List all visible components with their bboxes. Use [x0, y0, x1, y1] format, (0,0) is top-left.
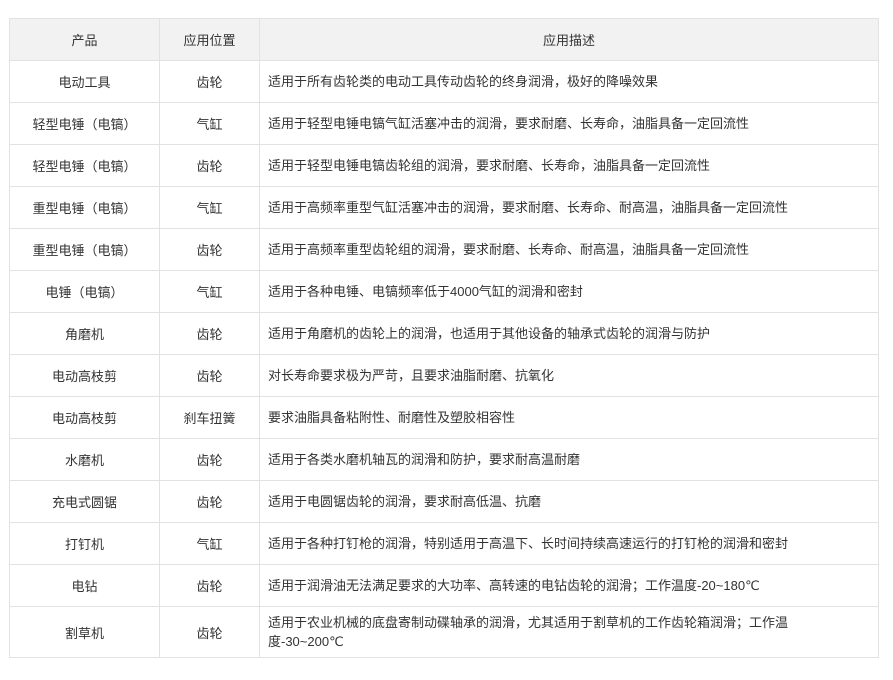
description-cell: 适用于农业机械的底盘寄制动碟轴承的润滑，尤其适用于割草机的工作齿轮箱润滑；工作温… — [259, 606, 879, 658]
description-cell: 适用于各种打钉枪的润滑，特别适用于高温下、长时间持续高速运行的打钉枪的润滑和密封 — [259, 522, 879, 565]
product-cell: 角磨机 — [9, 312, 160, 355]
application-table: 产品 应用位置 应用描述 电动工具 齿轮 适用于所有齿轮类的电动工具传动齿轮的终身润… — [9, 18, 879, 658]
position-cell: 齿轮 — [159, 438, 260, 481]
table-header-row: 产品 应用位置 应用描述 — [9, 18, 879, 61]
position-cell: 齿轮 — [159, 480, 260, 523]
table-row: 充电式圆锯 齿轮 适用于电圆锯齿轮的润滑，要求耐高低温、抗磨 — [9, 480, 879, 523]
table-row: 角磨机 齿轮 适用于角磨机的齿轮上的润滑，也适用于其他设备的轴承式齿轮的润滑与防护 — [9, 312, 879, 355]
product-cell: 水磨机 — [9, 438, 160, 481]
description-cell: 适用于轻型电锤电镐齿轮组的润滑，要求耐磨、长寿命，油脂具备一定回流性 — [259, 144, 879, 187]
table-row: 电动工具 齿轮 适用于所有齿轮类的电动工具传动齿轮的终身润滑，极好的降噪效果 — [9, 60, 879, 103]
product-cell: 轻型电锤（电镐） — [9, 102, 160, 145]
table-body: 电动工具 齿轮 适用于所有齿轮类的电动工具传动齿轮的终身润滑，极好的降噪效果 轻型电锤… — [9, 60, 879, 658]
product-cell: 充电式圆锯 — [9, 480, 160, 523]
description-cell: 适用于润滑油无法满足要求的大功率、高转速的电钻齿轮的润滑；工作温度-20~180… — [259, 564, 879, 607]
description-cell: 适用于高频率重型气缸活塞冲击的润滑，要求耐磨、长寿命、耐高温，油脂具备一定回流性 — [259, 186, 879, 229]
description-cell: 对长寿命要求极为严苛，且要求油脂耐磨、抗氧化 — [259, 354, 879, 397]
table-row: 水磨机 齿轮 适用于各类水磨机轴瓦的润滑和防护，要求耐高温耐磨 — [9, 438, 879, 481]
description-cell: 适用于各种电锤、电镐频率低于4000气缸的润滑和密封 — [259, 270, 879, 313]
description-cell: 适用于各类水磨机轴瓦的润滑和防护，要求耐高温耐磨 — [259, 438, 879, 481]
position-cell: 气缸 — [159, 522, 260, 565]
product-cell: 重型电锤（电镐） — [9, 186, 160, 229]
table-row: 轻型电锤（电镐） 气缸 适用于轻型电锤电镐气缸活塞冲击的润滑，要求耐磨、长寿命，油脂… — [9, 102, 879, 145]
description-cell: 适用于轻型电锤电镐气缸活塞冲击的润滑，要求耐磨、长寿命，油脂具备一定回流性 — [259, 102, 879, 145]
position-cell: 刹车扭簧 — [159, 396, 260, 439]
description-cell: 适用于电圆锯齿轮的润滑，要求耐高低温、抗磨 — [259, 480, 879, 523]
description-cell: 适用于所有齿轮类的电动工具传动齿轮的终身润滑，极好的降噪效果 — [259, 60, 879, 103]
position-cell: 气缸 — [159, 270, 260, 313]
description-cell: 适用于角磨机的齿轮上的润滑，也适用于其他设备的轴承式齿轮的润滑与防护 — [259, 312, 879, 355]
position-cell: 齿轮 — [159, 60, 260, 103]
header-position: 应用位置 — [159, 18, 260, 61]
table-row: 电动高枝剪 刹车扭簧 要求油脂具备粘附性、耐磨性及塑胶相容性 — [9, 396, 879, 439]
position-cell: 齿轮 — [159, 606, 260, 658]
table-row: 重型电锤（电镐） 气缸 适用于高频率重型气缸活塞冲击的润滑，要求耐磨、长寿命、耐高温… — [9, 186, 879, 229]
position-cell: 齿轮 — [159, 354, 260, 397]
header-description: 应用描述 — [259, 18, 879, 61]
product-cell: 电锤（电镐） — [9, 270, 160, 313]
table-row: 电动高枝剪 齿轮 对长寿命要求极为严苛，且要求油脂耐磨、抗氧化 — [9, 354, 879, 397]
table-row: 电钻 齿轮 适用于润滑油无法满足要求的大功率、高转速的电钻齿轮的润滑；工作温度-20… — [9, 564, 879, 607]
position-cell: 齿轮 — [159, 312, 260, 355]
product-cell: 轻型电锤（电镐） — [9, 144, 160, 187]
product-cell: 电动高枝剪 — [9, 354, 160, 397]
position-cell: 齿轮 — [159, 564, 260, 607]
position-cell: 齿轮 — [159, 228, 260, 271]
table-row: 重型电锤（电镐） 齿轮 适用于高频率重型齿轮组的润滑，要求耐磨、长寿命、耐高温，油脂… — [9, 228, 879, 271]
header-product: 产品 — [9, 18, 160, 61]
product-cell: 电动高枝剪 — [9, 396, 160, 439]
position-cell: 齿轮 — [159, 144, 260, 187]
table-row: 轻型电锤（电镐） 齿轮 适用于轻型电锤电镐齿轮组的润滑，要求耐磨、长寿命，油脂具备一… — [9, 144, 879, 187]
table-row: 割草机 齿轮 适用于农业机械的底盘寄制动碟轴承的润滑，尤其适用于割草机的工作齿轮箱润… — [9, 606, 879, 658]
product-cell: 重型电锤（电镐） — [9, 228, 160, 271]
product-cell: 割草机 — [9, 606, 160, 658]
position-cell: 气缸 — [159, 102, 260, 145]
product-cell: 电动工具 — [9, 60, 160, 103]
product-cell: 打钉机 — [9, 522, 160, 565]
position-cell: 气缸 — [159, 186, 260, 229]
product-cell: 电钻 — [9, 564, 160, 607]
table-row: 打钉机 气缸 适用于各种打钉枪的润滑，特别适用于高温下、长时间持续高速运行的打钉枪的… — [9, 522, 879, 565]
description-cell: 要求油脂具备粘附性、耐磨性及塑胶相容性 — [259, 396, 879, 439]
description-cell: 适用于高频率重型齿轮组的润滑，要求耐磨、长寿命、耐高温，油脂具备一定回流性 — [259, 228, 879, 271]
table-row: 电锤（电镐） 气缸 适用于各种电锤、电镐频率低于4000气缸的润滑和密封 — [9, 270, 879, 313]
